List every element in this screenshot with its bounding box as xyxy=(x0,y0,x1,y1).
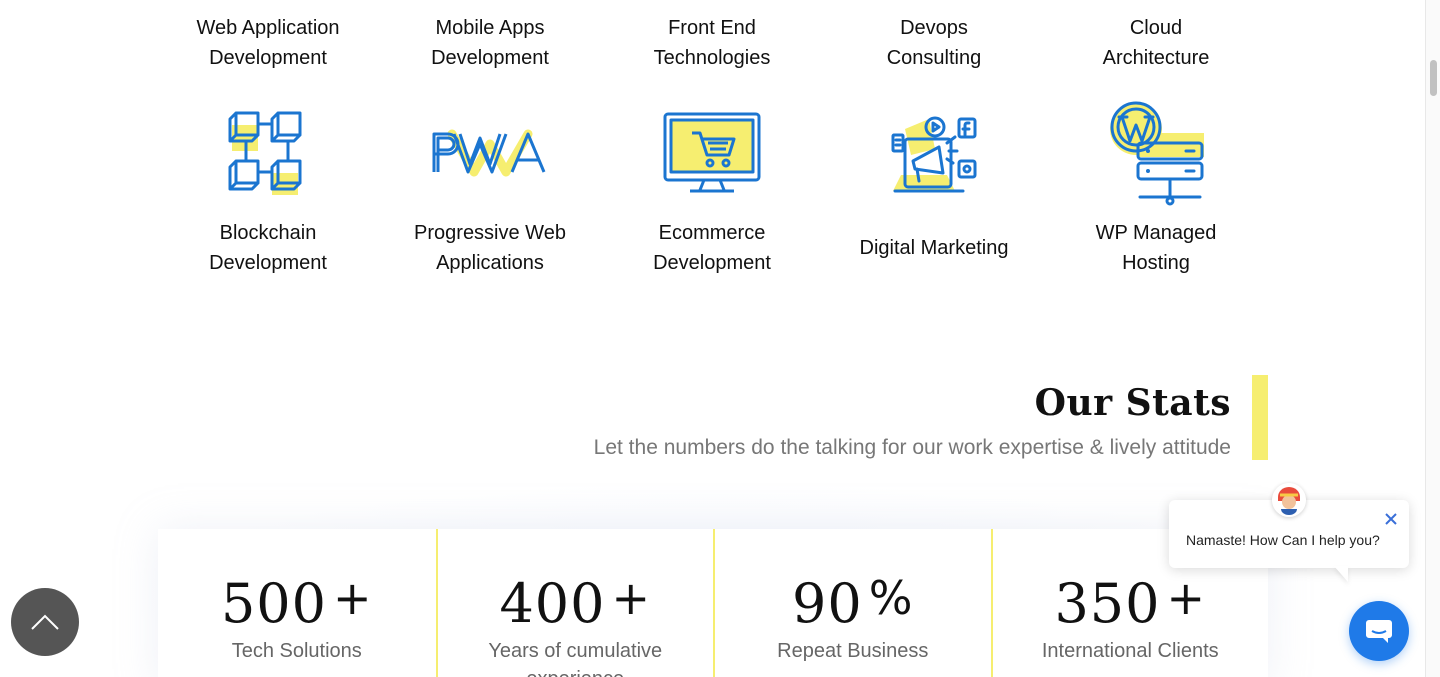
scrollbar-thumb[interactable] xyxy=(1430,60,1437,96)
chevron-up-icon xyxy=(31,614,59,630)
service-title-line1: Digital Marketing xyxy=(859,237,1009,259)
ecommerce-icon[interactable] xyxy=(601,95,823,210)
chat-greeting-message: Namaste! How Can I help you? xyxy=(1186,532,1380,548)
service-blockchain[interactable]: Blockchain Development xyxy=(157,218,379,278)
service-title-line2: Development xyxy=(431,47,549,69)
back-to-top-button[interactable] xyxy=(11,588,79,656)
blockchain-icon[interactable] xyxy=(157,95,379,210)
services-row-top: Web Application Development Mobile Apps … xyxy=(157,13,1268,73)
stats-subtitle: Let the numbers do the talking for our w… xyxy=(593,436,1231,459)
stats-title: Our Stats xyxy=(1034,382,1231,424)
service-front-end[interactable]: Front End Technologies xyxy=(601,13,823,73)
service-title-line1: Devops xyxy=(900,17,968,39)
close-icon[interactable] xyxy=(1383,511,1399,527)
services-icons-row xyxy=(157,95,1268,210)
stat-label: International Clients xyxy=(1041,640,1219,662)
service-wp-hosting[interactable]: WP Managed Hosting xyxy=(1045,218,1267,278)
chat-launcher-button[interactable] xyxy=(1349,601,1409,661)
stat-number: 400 + xyxy=(499,571,652,635)
service-cloud[interactable]: Cloud Architecture xyxy=(1045,13,1267,73)
service-web-app[interactable]: Web Application Development xyxy=(157,13,379,73)
service-title-line1: Web Application xyxy=(196,17,340,39)
service-devops[interactable]: Devops Consulting xyxy=(823,13,1045,73)
stat-label: Repeat Business xyxy=(777,640,929,662)
services-row-bottom: Blockchain Development Progressive Web A… xyxy=(157,218,1268,278)
stat-years-experience: 400+ Years of cumulative experience xyxy=(435,529,714,677)
avatar xyxy=(1272,483,1306,517)
service-title-line2: Consulting xyxy=(886,47,982,69)
service-title-line2: Architecture xyxy=(1102,47,1210,69)
service-ecommerce[interactable]: Ecommerce Development xyxy=(601,218,823,278)
service-title-line1: Ecommerce xyxy=(658,222,766,244)
service-title-line1: WP Managed xyxy=(1095,222,1217,244)
service-digital-marketing[interactable]: Digital Marketing xyxy=(823,218,1045,278)
stat-label: Years of cumulative experience xyxy=(488,640,663,677)
chat-bubble-icon xyxy=(1366,620,1392,643)
service-title-line1: Mobile Apps xyxy=(435,17,545,39)
service-title-line1: Front End xyxy=(668,17,756,39)
stat-label: Tech Solutions xyxy=(231,640,362,662)
stat-tech-solutions: 500 + Tech Solutions xyxy=(158,529,436,677)
chat-popup-tail xyxy=(1334,566,1348,582)
stat-number: 350 + xyxy=(1054,571,1207,635)
service-title-line2: Development xyxy=(653,252,771,274)
stats-header: Our Stats Let the numbers do the talking… xyxy=(594,380,1231,460)
stat-number: 90% xyxy=(792,571,914,635)
stat-repeat-business: 90% Repeat Business xyxy=(713,529,991,677)
pwa-icon[interactable] xyxy=(379,95,601,210)
service-title-line2: Hosting xyxy=(1122,252,1190,274)
stats-accent-bar xyxy=(1252,375,1268,460)
digital-marketing-icon[interactable] xyxy=(823,95,1045,210)
stat-number: 500 + xyxy=(220,571,373,635)
wp-hosting-icon[interactable] xyxy=(1045,95,1267,210)
service-title-line2: Development xyxy=(209,47,327,69)
service-title-line2: Technologies xyxy=(653,47,771,69)
service-title-line1: Blockchain xyxy=(219,222,317,244)
stats-panel: 500 + Tech Solutions 400 + Years of cumula… xyxy=(158,529,1268,677)
service-mobile-apps[interactable]: Mobile Apps Development xyxy=(379,13,601,73)
service-title-line1: Progressive Web xyxy=(414,222,566,244)
service-title-line2: Development xyxy=(209,252,327,274)
service-title-line2: Applications xyxy=(436,252,544,274)
page-scrollbar[interactable] xyxy=(1425,0,1440,677)
service-pwa[interactable]: Progressive Web Applications xyxy=(379,218,601,278)
service-title-line1: Cloud xyxy=(1129,17,1183,39)
